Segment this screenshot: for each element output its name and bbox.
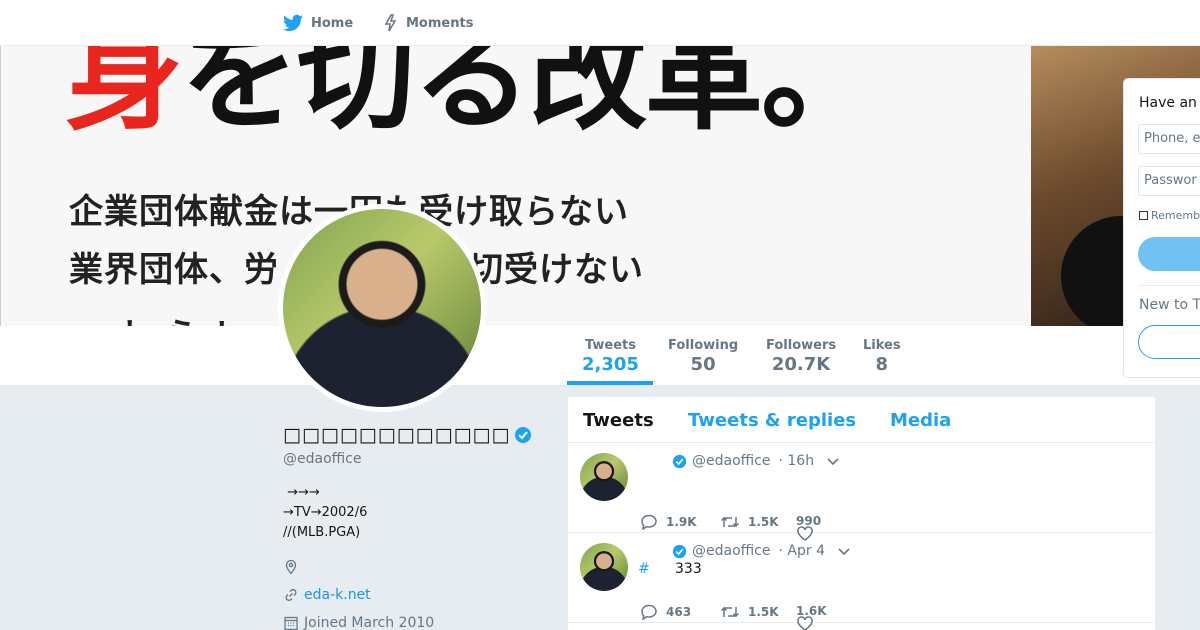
stat-tweets-value: 2,305 (582, 354, 639, 375)
like-button[interactable]: 1.6K (796, 604, 827, 630)
tab-tweets[interactable]: Tweets (583, 410, 654, 431)
tab-tweets-replies[interactable]: Tweets & replies (688, 410, 856, 431)
profile-url-link[interactable]: eda-k.net (304, 587, 371, 603)
retweet-icon (720, 606, 740, 618)
stat-tweets[interactable]: Tweets 2,305 (582, 338, 639, 375)
tweet-header: @edaoffice · Apr 4 (672, 543, 851, 559)
remember-me[interactable]: Rememb (1139, 209, 1200, 222)
banner-headline: 身を切る改革。 (65, 46, 879, 136)
stat-following-value: 50 (690, 354, 716, 375)
profile-location (283, 557, 543, 577)
tweet-avatar[interactable] (580, 543, 628, 591)
tweet-timestamp[interactable]: · 16h (779, 453, 815, 469)
nav-home-label: Home (311, 15, 354, 31)
retweet-button[interactable]: 1.5K (720, 514, 779, 530)
reply-button[interactable]: 463 (640, 604, 691, 620)
tweet-timestamp[interactable]: · Apr 4 (779, 543, 825, 559)
bio-line-3: //(MLB.PGA) (283, 525, 361, 540)
profile-joined: Joined March 2010 (283, 613, 543, 630)
verified-badge-icon (672, 454, 687, 468)
tweet-text: 333 (675, 561, 702, 577)
chevron-down-icon[interactable] (826, 456, 840, 466)
login-box: Have an Phone, e Passwor Rememb New to T (1123, 78, 1200, 378)
calendar-icon (284, 616, 298, 630)
verified-badge-icon (515, 427, 532, 443)
login-title: Have an (1139, 95, 1197, 111)
stat-likes[interactable]: Likes 8 (863, 338, 901, 375)
retweet-count: 1.5K (748, 515, 779, 529)
heart-icon (797, 616, 813, 630)
nav-moments-label: Moments (406, 15, 474, 31)
profile-card: □□□□□□□□□□□□ @edaoffice →→→ →TV→2002/6 //(… (283, 424, 543, 630)
active-stat-underline (567, 381, 653, 385)
nav-home[interactable]: Home (283, 0, 353, 46)
retweet-icon (720, 516, 740, 528)
tab-media[interactable]: Media (890, 410, 951, 431)
retweet-count: 1.5K (748, 605, 779, 619)
phone-email-input[interactable]: Phone, e (1138, 124, 1200, 154)
login-divider (1138, 285, 1200, 286)
stat-likes-label: Likes (863, 338, 901, 353)
banner-line-2-head: 業界団体、労 (69, 250, 279, 290)
profile-name[interactable]: □□□□□□□□□□□□ (283, 424, 510, 446)
location-pin-icon (285, 559, 297, 575)
profile-bio: →→→ →TV→2002/6 //(MLB.PGA) (283, 483, 543, 543)
login-button[interactable] (1138, 237, 1200, 271)
tweet-actions: 463 1.5K 1.6K (640, 604, 940, 630)
stat-tweets-label: Tweets (584, 338, 636, 353)
lightning-icon (384, 14, 397, 32)
bio-line-1: →→→ (283, 485, 320, 500)
tweet-handle[interactable]: @edaoffice (692, 453, 771, 469)
stat-likes-value: 8 (875, 354, 889, 375)
timeline: Tweets Tweets & replies Media @edaoffice… (568, 397, 1155, 630)
stat-followers[interactable]: Followers 20.7K (766, 338, 836, 375)
bio-line-2: →TV→2002/6 (283, 505, 368, 520)
password-input[interactable]: Passwor (1138, 166, 1200, 196)
link-icon (285, 589, 297, 601)
profile-handle[interactable]: @edaoffice (283, 451, 543, 467)
tweet-header: @edaoffice · 16h (672, 453, 840, 469)
banner-headline-red: 身 (65, 46, 183, 146)
profile-avatar[interactable] (278, 204, 486, 412)
new-to-twitter-label: New to T (1139, 297, 1200, 313)
remember-label: Rememb (1151, 209, 1200, 222)
stat-followers-value: 20.7K (771, 354, 831, 375)
profile-url-row: eda-k.net (283, 585, 543, 605)
top-nav: Home Moments (0, 0, 1200, 46)
timeline-tabs: Tweets Tweets & replies Media (568, 397, 1155, 443)
avatar-photo (283, 209, 481, 407)
twitter-bird-icon (283, 14, 303, 32)
stat-followers-label: Followers (766, 338, 837, 353)
tweet-actions: 1.9K 1.5K 990 (640, 514, 940, 541)
tweet-avatar[interactable] (580, 453, 628, 501)
tweet-item[interactable]: @edaoffice · Apr 4 # 333 463 1.5K 1.6K (568, 533, 1155, 630)
stat-following-label: Following (668, 338, 739, 353)
retweet-button[interactable]: 1.5K (720, 604, 779, 620)
reply-icon (641, 604, 657, 620)
remember-checkbox[interactable] (1139, 211, 1148, 220)
reply-count: 1.9K (666, 515, 697, 529)
profile-banner: 身を切る改革。 企業団体献金は一円も受け取らない 業界団体、労は一切受けない ー… (0, 46, 1200, 326)
reply-icon (641, 514, 657, 530)
nav-moments[interactable]: Moments (384, 0, 473, 46)
like-button[interactable]: 990 (796, 514, 821, 541)
profile-joined-text: Joined March 2010 (304, 615, 435, 630)
profile-stats-bar: Tweets 2,305 Following 50 Followers 20.7… (0, 326, 1200, 386)
tweet-hashtag[interactable]: # (638, 561, 650, 577)
profile-name-row: □□□□□□□□□□□□ (283, 424, 543, 446)
reply-button[interactable]: 1.9K (640, 514, 697, 530)
tweet-handle[interactable]: @edaoffice (692, 543, 771, 559)
verified-badge-icon (672, 544, 687, 558)
chevron-down-icon[interactable] (837, 546, 851, 556)
signup-button[interactable] (1138, 325, 1200, 359)
stat-following[interactable]: Following 50 (668, 338, 738, 375)
reply-count: 463 (666, 605, 692, 619)
banner-headline-rest: を切る改革。 (181, 46, 879, 146)
tweet-item[interactable]: @edaoffice · 16h 1.9K 1.5K 990 (568, 443, 1155, 541)
